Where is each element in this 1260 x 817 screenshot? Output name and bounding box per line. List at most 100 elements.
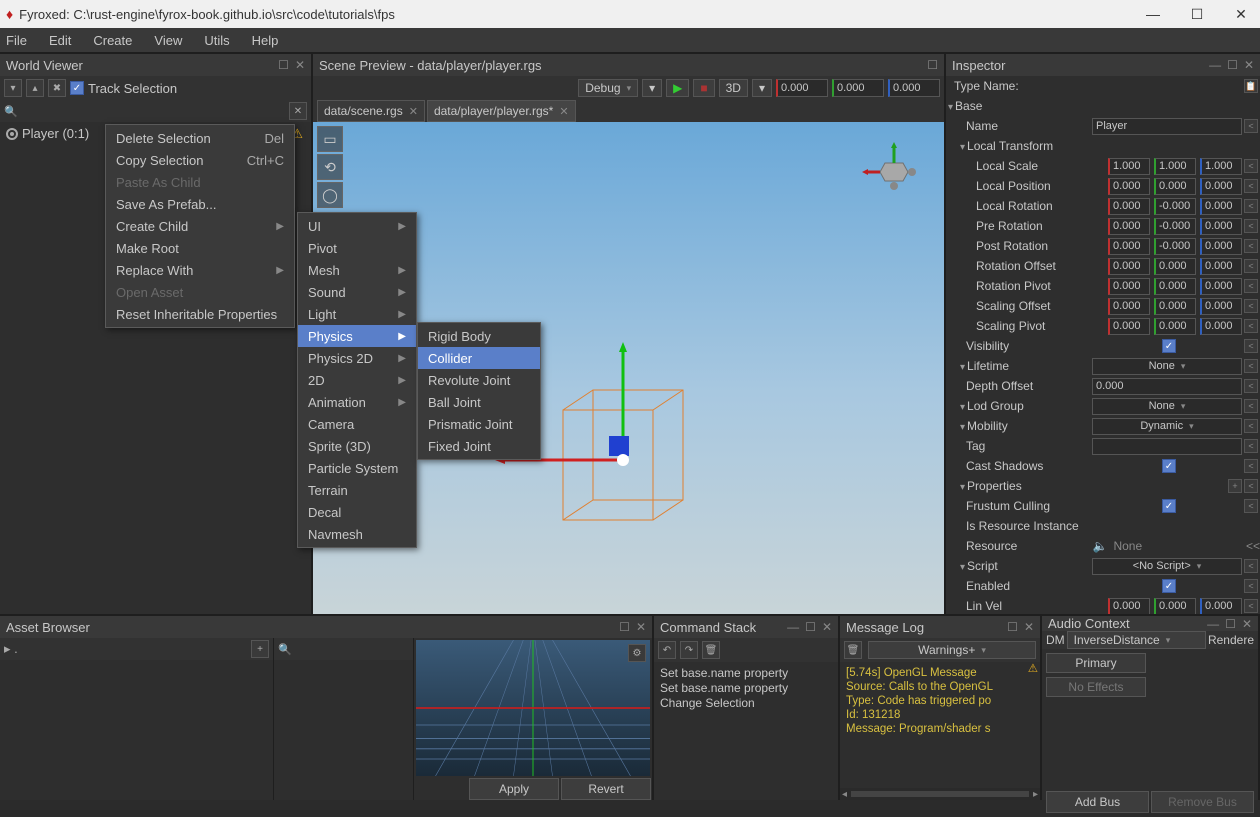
menu-item-create-child[interactable]: Create Child▶ <box>106 215 294 237</box>
add-bus-button[interactable]: Add Bus <box>1046 791 1149 813</box>
panel-maximize-icon[interactable]: ☐ <box>1007 620 1018 634</box>
script-label[interactable]: Script <box>948 559 1092 573</box>
revert-button[interactable]: < <box>1244 299 1258 313</box>
revert-button[interactable]: < <box>1244 239 1258 253</box>
scrollbar[interactable]: ◂▸ <box>840 788 1040 800</box>
panel-pin-icon[interactable]: — <box>1207 617 1219 631</box>
menu-help[interactable]: Help <box>252 33 279 48</box>
menu-file[interactable]: File <box>6 33 27 48</box>
menu-item-navmesh[interactable]: Navmesh <box>298 523 416 545</box>
z-input[interactable]: 0.000 <box>1200 178 1242 195</box>
menu-item-mesh[interactable]: Mesh▶ <box>298 259 416 281</box>
build-config-dropdown[interactable]: Debug <box>578 79 638 97</box>
panel-maximize-icon[interactable]: ☐ <box>1225 617 1236 631</box>
properties-section[interactable]: Properties <box>948 479 1228 493</box>
x-input[interactable]: 0.000 <box>1108 218 1150 235</box>
coord-y-input[interactable]: 0.000 <box>832 79 884 97</box>
revert-button[interactable]: < <box>1244 399 1258 413</box>
revert-button[interactable]: < <box>1244 359 1258 373</box>
primary-bus[interactable]: Primary <box>1046 653 1146 673</box>
config-menu-button[interactable]: ▾ <box>642 79 662 97</box>
panel-maximize-icon[interactable]: ☐ <box>927 58 938 72</box>
assign-resource-button[interactable]: << <box>1246 539 1260 553</box>
distance-model-dropdown[interactable]: InverseDistance <box>1067 631 1206 649</box>
base-section[interactable]: Base <box>948 99 1260 113</box>
menu-item-delete-selection[interactable]: Delete SelectionDel <box>106 127 294 149</box>
minimize-button[interactable]: — <box>1140 6 1166 23</box>
folder-tree[interactable] <box>0 660 273 800</box>
z-input[interactable]: 0.000 <box>1200 278 1242 295</box>
x-input[interactable]: 0.000 <box>1108 258 1150 275</box>
close-icon[interactable]: ✕ <box>559 105 568 118</box>
menu-item-make-root[interactable]: Make Root <box>106 237 294 259</box>
tab-scene-rgs[interactable]: data/scene.rgs ✕ <box>317 100 425 122</box>
y-input[interactable]: 0.000 <box>1154 318 1196 335</box>
revert-button[interactable]: Revert <box>561 778 651 800</box>
add-folder-button[interactable]: + <box>251 640 269 658</box>
x-input[interactable]: 0.000 <box>1108 178 1150 195</box>
asset-grid[interactable] <box>274 660 413 800</box>
revert-button[interactable]: < <box>1244 499 1258 513</box>
y-input[interactable]: -0.000 <box>1154 198 1196 215</box>
revert-button[interactable]: < <box>1244 219 1258 233</box>
menu-item-sprite-3d-[interactable]: Sprite (3D) <box>298 435 416 457</box>
panel-close-icon[interactable]: ✕ <box>1244 58 1254 72</box>
remove-bus-button[interactable]: Remove Bus <box>1151 791 1254 813</box>
clear-button[interactable]: 🗑 <box>702 641 720 659</box>
revert-button[interactable]: < <box>1244 419 1258 433</box>
menu-utils[interactable]: Utils <box>204 33 229 48</box>
frustum-culling-checkbox[interactable]: ✓ <box>1162 499 1176 513</box>
menu-item-animation[interactable]: Animation▶ <box>298 391 416 413</box>
x-input[interactable]: 1.000 <box>1108 158 1150 175</box>
world-viewer-search-input[interactable] <box>22 104 289 118</box>
menu-create[interactable]: Create <box>93 33 132 48</box>
command-item[interactable]: Change Selection <box>660 696 832 711</box>
menu-item-fixed-joint[interactable]: Fixed Joint <box>418 435 540 457</box>
menu-item-copy-selection[interactable]: Copy SelectionCtrl+C <box>106 149 294 171</box>
move-tool-button[interactable]: ▭ <box>317 126 343 152</box>
menu-item-revolute-joint[interactable]: Revolute Joint <box>418 369 540 391</box>
clear-log-button[interactable]: 🗑 <box>844 641 862 659</box>
panel-maximize-icon[interactable]: ☐ <box>619 620 630 634</box>
stop-button[interactable]: ■ <box>693 79 714 97</box>
z-input[interactable]: 1.000 <box>1200 158 1242 175</box>
menu-item-prismatic-joint[interactable]: Prismatic Joint <box>418 413 540 435</box>
clear-search-button[interactable]: ✕ <box>289 102 307 120</box>
menu-item-save-as-prefab-[interactable]: Save As Prefab... <box>106 193 294 215</box>
command-item[interactable]: Set base.name property <box>660 666 832 681</box>
revert-button[interactable]: < <box>1244 439 1258 453</box>
x-input[interactable]: 0.000 <box>1108 198 1150 215</box>
revert-button[interactable]: < <box>1244 159 1258 173</box>
redo-button[interactable]: ↷ <box>680 641 698 659</box>
revert-button[interactable]: < <box>1244 179 1258 193</box>
tab-player-rgs[interactable]: data/player/player.rgs* ✕ <box>427 100 576 122</box>
menu-item-particle-system[interactable]: Particle System <box>298 457 416 479</box>
menu-item-ui[interactable]: UI▶ <box>298 215 416 237</box>
log-filter-dropdown[interactable]: Warnings+ <box>868 641 1036 659</box>
copy-type-button[interactable]: 📋 <box>1244 79 1258 93</box>
lin-vel-x-input[interactable]: 0.000 <box>1108 598 1150 615</box>
panel-close-icon[interactable]: ✕ <box>822 620 832 634</box>
revert-button[interactable]: < <box>1244 319 1258 333</box>
menu-view[interactable]: View <box>154 33 182 48</box>
menu-item-sound[interactable]: Sound▶ <box>298 281 416 303</box>
menu-item-ball-joint[interactable]: Ball Joint <box>418 391 540 413</box>
revert-button[interactable]: < <box>1244 379 1258 393</box>
panel-close-icon[interactable]: ✕ <box>295 58 305 72</box>
menu-item-collider[interactable]: Collider <box>418 347 540 369</box>
lifetime-dropdown[interactable]: None <box>1092 358 1242 375</box>
play-button[interactable]: ▶ <box>666 79 689 97</box>
z-input[interactable]: 0.000 <box>1200 218 1242 235</box>
revert-button[interactable]: < <box>1244 599 1258 613</box>
folder-up-icon[interactable]: ▸ . <box>4 641 18 657</box>
command-item[interactable]: Set base.name property <box>660 681 832 696</box>
lod-group-dropdown[interactable]: None <box>1092 398 1242 415</box>
rotate-tool-button[interactable]: ⟲ <box>317 154 343 180</box>
preview-settings-button[interactable]: ⚙ <box>628 644 646 662</box>
y-input[interactable]: 0.000 <box>1154 258 1196 275</box>
revert-button[interactable]: < <box>1244 259 1258 273</box>
revert-button[interactable]: < <box>1244 479 1258 493</box>
x-input[interactable]: 0.000 <box>1108 318 1150 335</box>
panel-pin-icon[interactable]: — <box>787 620 799 634</box>
coord-z-input[interactable]: 0.000 <box>888 79 940 97</box>
